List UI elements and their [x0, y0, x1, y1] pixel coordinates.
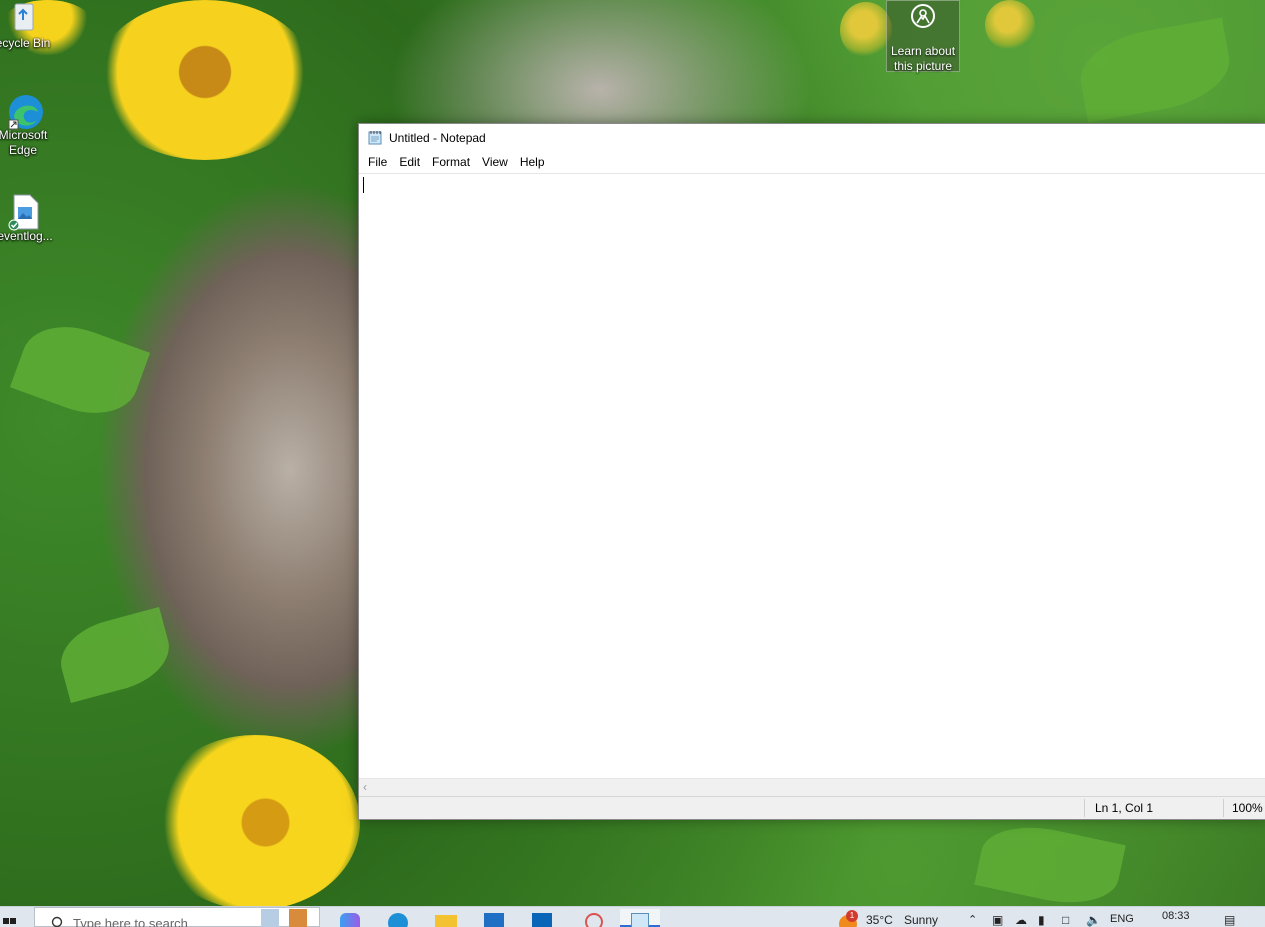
- search-icon: [51, 916, 63, 927]
- weather-notification-badge: 1: [846, 910, 858, 922]
- edge-icon: [388, 913, 408, 927]
- learn-about-picture-button[interactable]: Learn about this picture: [886, 0, 960, 73]
- desktop-icon-edge[interactable]: Microsoft Edge: [0, 92, 58, 158]
- menu-bar: File Edit Format View Help: [359, 151, 1265, 174]
- recycle-bin-icon: [6, 0, 40, 34]
- notepad-window[interactable]: Untitled - Notepad File Edit Format View…: [358, 123, 1265, 820]
- edge-icon: [6, 92, 43, 130]
- camera-circle-icon: [910, 3, 936, 29]
- learn-about-label-1: Learn about: [890, 44, 956, 58]
- search-highlight-icon: [261, 909, 279, 927]
- leaf: [1074, 17, 1236, 123]
- flower-bottom: [150, 735, 360, 910]
- menu-edit[interactable]: Edit: [393, 152, 426, 172]
- status-divider: [1223, 799, 1224, 817]
- desktop-icon-label: Microsoft Edge: [0, 128, 48, 157]
- language-indicator[interactable]: ENG: [1110, 913, 1134, 925]
- text-editor-area[interactable]: [359, 174, 1265, 779]
- leaf: [974, 816, 1126, 914]
- folder-icon: [435, 915, 457, 927]
- flower-top: [95, 0, 315, 160]
- weather-condition[interactable]: Sunny: [904, 913, 938, 927]
- taskbar-app-notepad[interactable]: [620, 909, 660, 927]
- notepad-titlebar[interactable]: Untitled - Notepad: [359, 124, 1265, 151]
- weather-temperature[interactable]: 35°C: [866, 913, 893, 927]
- status-divider: [1084, 799, 1085, 817]
- start-button[interactable]: [0, 907, 32, 927]
- store-icon: [484, 913, 504, 927]
- horizontal-scrollbar[interactable]: ‹: [359, 778, 1265, 797]
- taskbar-app-outlook[interactable]: [522, 909, 562, 927]
- cursor-position: Ln 1, Col 1: [1095, 801, 1154, 815]
- scroll-left-icon[interactable]: ‹: [363, 780, 367, 794]
- flower-bud-2: [985, 0, 1035, 50]
- text-caret: [363, 177, 364, 193]
- menu-help[interactable]: Help: [514, 152, 551, 172]
- taskbar: Type here to search 1 35°C Sunny ⌃ ▣ ☁ ▮…: [0, 906, 1265, 927]
- status-bar: Ln 1, Col 1 100%: [359, 796, 1265, 819]
- desktop-icon-label: eventlog...: [0, 229, 53, 243]
- onedrive-icon[interactable]: ☁: [1015, 913, 1027, 927]
- outlook-icon: [532, 913, 552, 927]
- paint-icon: [585, 913, 603, 927]
- desktop-icon-label: ecycle Bin: [0, 36, 51, 50]
- taskbar-app-edge[interactable]: [378, 909, 418, 927]
- desktop-icon-eventlog[interactable]: eventlog...: [0, 193, 60, 244]
- taskbar-search-box[interactable]: Type here to search: [34, 907, 320, 927]
- battery-icon[interactable]: ▮: [1038, 913, 1045, 927]
- notepad-icon: [631, 913, 649, 927]
- taskbar-app-copilot[interactable]: [330, 909, 370, 927]
- leaf: [52, 606, 178, 704]
- taskbar-clock[interactable]: 08:33: [1162, 910, 1190, 922]
- menu-view[interactable]: View: [476, 152, 514, 172]
- zoom-level: 100%: [1232, 801, 1263, 815]
- notifications-icon[interactable]: ▤: [1224, 913, 1235, 927]
- leaf: [9, 311, 151, 429]
- show-hidden-icons-icon[interactable]: ⌃: [968, 913, 977, 926]
- image-file-icon: [8, 193, 42, 231]
- learn-about-label-2: this picture: [893, 59, 953, 73]
- taskbar-app-paint[interactable]: [574, 909, 614, 927]
- menu-format[interactable]: Format: [426, 152, 476, 172]
- window-title: Untitled - Notepad: [389, 130, 486, 145]
- windows-logo-icon: [3, 918, 16, 924]
- search-placeholder: Type here to search: [73, 916, 188, 927]
- taskbar-app-file-explorer[interactable]: [426, 909, 466, 927]
- flower-bud-1: [840, 2, 892, 58]
- notepad-icon: [368, 130, 382, 145]
- widgets-icon: [289, 909, 307, 927]
- network-icon[interactable]: □: [1062, 913, 1069, 927]
- desktop-icon-recycle-bin[interactable]: ecycle Bin: [0, 0, 58, 51]
- copilot-icon: [340, 913, 360, 927]
- taskbar-app-store[interactable]: [474, 909, 514, 927]
- menu-file[interactable]: File: [362, 152, 393, 172]
- meet-now-icon[interactable]: ▣: [992, 913, 1003, 927]
- volume-icon[interactable]: 🔈: [1086, 913, 1101, 927]
